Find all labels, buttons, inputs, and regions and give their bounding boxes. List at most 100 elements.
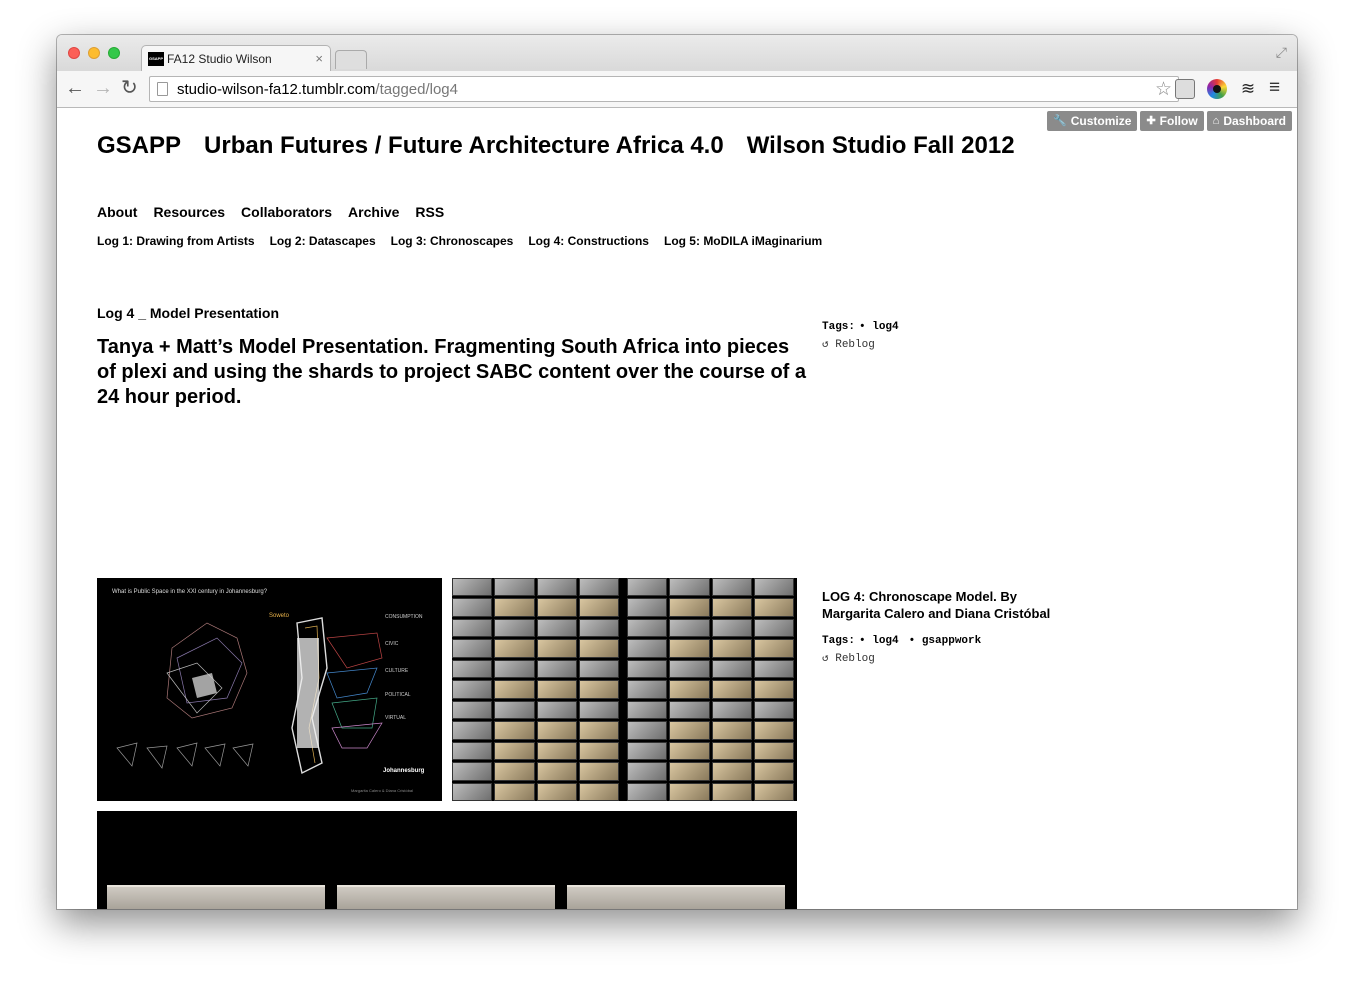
- model-photo-cell: [536, 618, 577, 638]
- model-photo-cell: [711, 741, 752, 761]
- model-photo-cell: [494, 782, 535, 801]
- color-picker-extension-icon[interactable]: [1207, 79, 1227, 99]
- browser-toolbar: ← → ↻ studio-wilson-fa12.tumblr.com/tagg…: [57, 71, 1297, 108]
- diagram-label: CULTURE: [385, 668, 409, 674]
- nav-link-archive[interactable]: Archive: [348, 204, 399, 220]
- site-title-part: GSAPP: [97, 132, 182, 159]
- log-link-1[interactable]: Log 1: Drawing from Artists: [97, 234, 255, 248]
- photo-public-space-diagram[interactable]: What is Public Space in the XXI century …: [97, 578, 442, 801]
- site-title-part: Wilson Studio Fall 2012: [746, 132, 1015, 159]
- tag-link[interactable]: • log4: [859, 321, 899, 333]
- log-link-5[interactable]: Log 5: MoDILA iMaginarium: [664, 234, 822, 248]
- reload-icon[interactable]: ↻: [121, 77, 138, 99]
- model-photo-cell: [452, 639, 493, 658]
- model-photo-cell: [578, 659, 619, 679]
- model-photo-cell: [494, 700, 535, 720]
- layers-extension-icon[interactable]: ≋: [1238, 79, 1258, 99]
- diagram-city-label: Johannesburg: [383, 768, 425, 774]
- tags-line: Tags: • log4: [822, 321, 899, 333]
- page-viewport: 🔧 Customize ✚ Follow ⌂ Dashboard GSAPP Urban…: [57, 108, 1297, 909]
- model-photo-cell: [452, 598, 493, 617]
- tumblr-controls: 🔧 Customize ✚ Follow ⌂ Dashboard: [1047, 111, 1292, 131]
- back-icon[interactable]: ←: [65, 77, 85, 99]
- model-photo-cell: [494, 578, 535, 597]
- address-bar[interactable]: studio-wilson-fa12.tumblr.com/tagged/log…: [149, 76, 1179, 102]
- model-photo-cell: [711, 782, 752, 801]
- diagram-credit: Margarita Calero & Diana Cristóbal: [351, 788, 414, 793]
- model-photo-cell: [711, 578, 752, 597]
- model-photo-cell: [536, 578, 577, 597]
- model-photo-cell: [669, 618, 710, 638]
- model-photo-cell: [669, 741, 710, 761]
- model-photo-cell: [711, 598, 752, 617]
- model-photo-cell: [536, 680, 577, 699]
- model-photo-cell: [536, 598, 577, 617]
- model-photo-cell: [494, 618, 535, 638]
- model-photo-cell: [753, 598, 794, 617]
- model-photo-cell: [536, 721, 577, 740]
- page-icon: [157, 82, 168, 96]
- minimize-window-button[interactable]: [88, 47, 100, 59]
- model-photo-cell: [669, 762, 710, 781]
- customize-label: Customize: [1070, 114, 1132, 128]
- model-photo-cell: [711, 659, 752, 679]
- zoom-window-button[interactable]: [108, 47, 120, 59]
- log-nav: Log 1: Drawing from Artists Log 2: Datas…: [97, 234, 822, 248]
- model-photo-cell: [578, 598, 619, 617]
- model-panel: [337, 885, 555, 909]
- reblog-link[interactable]: ↺ Reblog: [822, 651, 981, 665]
- model-photo-cell: [753, 721, 794, 740]
- nav-link-collaborators[interactable]: Collaborators: [241, 204, 332, 220]
- extension-icon[interactable]: [1175, 79, 1195, 99]
- model-photo-cell: [452, 782, 493, 801]
- fullscreen-icon[interactable]: ⤢: [1276, 44, 1287, 61]
- diagram-heading: What is Public Space in the XXI century …: [112, 589, 268, 595]
- model-photo-cell: [753, 782, 794, 801]
- site-title[interactable]: GSAPP Urban Futures / Future Architecture…: [97, 132, 1038, 160]
- bookmark-star-icon[interactable]: ☆: [1155, 78, 1172, 101]
- tab-close-icon[interactable]: ×: [315, 51, 323, 66]
- model-photo-cell: [753, 639, 794, 658]
- customize-button[interactable]: 🔧 Customize: [1047, 111, 1138, 131]
- dashboard-button[interactable]: ⌂ Dashboard: [1206, 111, 1292, 131]
- model-photo-cell: [578, 700, 619, 720]
- url-text[interactable]: studio-wilson-fa12.tumblr.com/tagged/log…: [177, 81, 458, 98]
- model-photo-cell: [578, 578, 619, 597]
- plus-icon: ✚: [1146, 115, 1156, 127]
- log-link-4[interactable]: Log 4: Constructions: [528, 234, 649, 248]
- nav-link-about[interactable]: About: [97, 204, 137, 220]
- nav-link-rss[interactable]: RSS: [415, 204, 444, 220]
- model-photo-cell: [578, 782, 619, 801]
- close-window-button[interactable]: [68, 47, 80, 59]
- log-link-3[interactable]: Log 3: Chronoscapes: [391, 234, 514, 248]
- model-photo-cell: [669, 578, 710, 597]
- model-photo-cell: [494, 598, 535, 617]
- model-photo-cell: [627, 700, 668, 720]
- tags-label: Tags:: [822, 635, 856, 647]
- favicon-icon: GSAPP: [148, 52, 164, 66]
- tag-link[interactable]: • log4: [859, 635, 899, 647]
- model-photo-cell: [753, 700, 794, 720]
- post-title[interactable]: Log 4 _ Model Presentation: [97, 305, 279, 321]
- model-photo-cell: [627, 639, 668, 658]
- log-link-2[interactable]: Log 2: Datascapes: [270, 234, 376, 248]
- tag-link[interactable]: • gsappwork: [909, 635, 982, 647]
- photo-model-grid[interactable]: [452, 578, 797, 801]
- model-photo-cell: [578, 721, 619, 740]
- model-photo-cell: [669, 700, 710, 720]
- model-photo-cell: [753, 741, 794, 761]
- forward-icon[interactable]: →: [93, 77, 113, 99]
- menu-icon[interactable]: ≡: [1269, 78, 1280, 98]
- post-meta: Tags: • log4 • gsappwork ↺ Reblog: [822, 635, 981, 665]
- nav-link-resources[interactable]: Resources: [153, 204, 225, 220]
- new-tab-button[interactable]: [335, 50, 367, 69]
- model-photo-cell: [578, 762, 619, 781]
- browser-tab[interactable]: GSAPP FA12 Studio Wilson ×: [141, 45, 331, 72]
- model-panel: [107, 885, 325, 909]
- photo-model-panels[interactable]: [97, 811, 797, 909]
- model-photo-cell: [711, 680, 752, 699]
- follow-button[interactable]: ✚ Follow: [1140, 111, 1204, 131]
- model-photo-cell: [669, 598, 710, 617]
- reblog-link[interactable]: ↺ Reblog: [822, 337, 899, 351]
- model-photo-cell: [753, 618, 794, 638]
